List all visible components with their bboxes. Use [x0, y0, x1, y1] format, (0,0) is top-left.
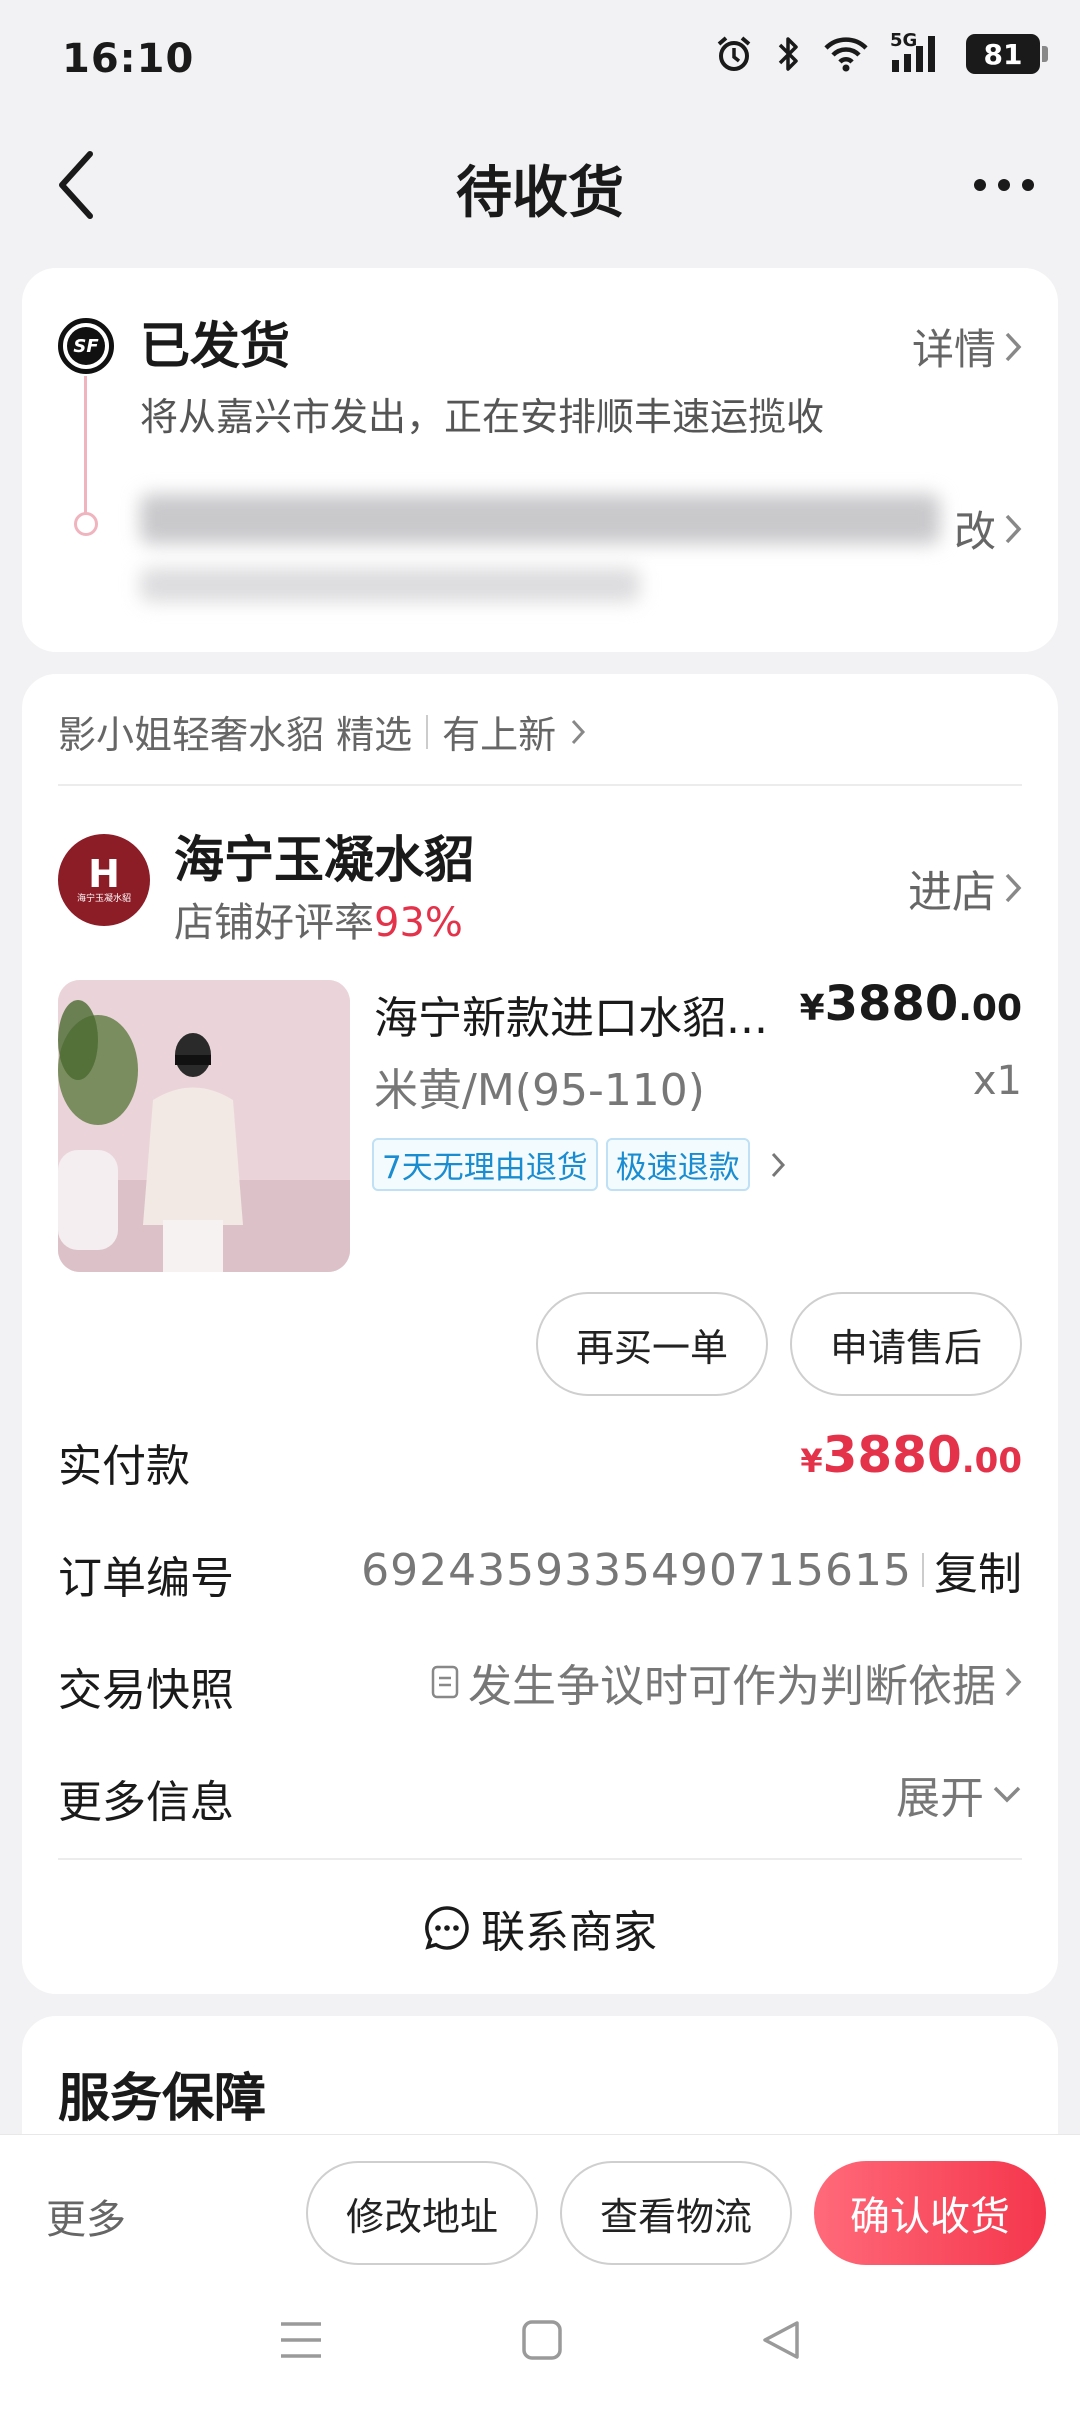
product-price: ¥3880.00: [799, 976, 1022, 1032]
service-tags[interactable]: 7天无理由退货 极速退款: [372, 1138, 786, 1191]
paid-label: 实付款: [58, 1441, 190, 1492]
shipping-card[interactable]: SF 已发货 详情 将从嘉兴市发出，正在安排顺丰速运揽收 改: [22, 268, 1058, 652]
order-number-label: 订单编号: [58, 1553, 234, 1604]
wifi-icon: [824, 37, 868, 72]
order-number: 6924359335490715615 复制: [361, 1538, 1022, 1602]
more-actions-link[interactable]: 更多: [46, 2187, 126, 2245]
chevron-down-icon: [993, 1786, 1021, 1803]
store-line-name: 影小姐轻奢水貂 精选: [58, 713, 413, 757]
aftersale-button[interactable]: 申请售后: [790, 1292, 1022, 1396]
rebuy-button[interactable]: 再买一单: [536, 1292, 768, 1396]
chevron-right-icon: [1005, 1667, 1022, 1697]
shipping-description: 将从嘉兴市发出，正在安排顺丰速运揽收: [140, 395, 825, 439]
order-card: 影小姐轻奢水貂 精选 有上新 H 海宁玉凝水貂 海宁玉凝水貂 店铺好评率93% …: [22, 674, 1058, 1994]
divider: [426, 714, 429, 749]
divider: [922, 1553, 924, 1587]
chat-bubble-icon: [425, 1906, 469, 1950]
chevron-right-icon: [1005, 514, 1022, 543]
alarm-icon: [717, 36, 751, 71]
dot-icon: [998, 179, 1010, 191]
confirm-receipt-button[interactable]: 确认收货: [814, 2161, 1046, 2265]
system-navigation-bar: [0, 2300, 1080, 2380]
divider: [58, 1858, 1022, 1860]
product-qty: x1: [972, 1058, 1022, 1104]
chevron-right-icon: [771, 1152, 785, 1177]
blurred-recipient: [140, 568, 640, 602]
paid-amount: ¥3880.00: [800, 1426, 1022, 1484]
snapshot-link[interactable]: 发生争议时可作为判断依据: [430, 1650, 1022, 1714]
back-triangle-icon[interactable]: [761, 2319, 801, 2361]
status-icons: 5G 81: [714, 30, 1048, 74]
chevron-right-icon: [1005, 873, 1022, 903]
blurred-address: [140, 494, 940, 544]
contact-merchant-button[interactable]: 联系商家: [22, 1896, 1058, 1960]
order-number-value: 6924359335490715615: [361, 1544, 912, 1596]
product-spec: 米黄/M(95-110): [374, 1065, 705, 1116]
timeline-dot: [74, 512, 98, 536]
service-title: 服务保障: [58, 2069, 267, 2129]
cellular-signal-icon: 5G: [890, 30, 944, 74]
shipping-status: 已发货: [140, 317, 290, 375]
chevron-right-icon: [1005, 332, 1022, 361]
store-new-label: 有上新: [442, 713, 557, 757]
bluetooth-icon: [778, 37, 798, 71]
copy-button[interactable]: 复制: [934, 1538, 1022, 1602]
timeline-line: [84, 376, 87, 516]
more-info-label: 更多信息: [58, 1777, 234, 1828]
document-icon: [431, 1665, 459, 1699]
more-options-button[interactable]: [974, 170, 1034, 200]
enter-store-link[interactable]: 进店: [908, 856, 1022, 920]
expand-more-info-button[interactable]: 展开: [896, 1762, 1022, 1826]
tag-no-reason-return: 7天无理由退货: [372, 1138, 598, 1191]
product-name[interactable]: 海宁新款进口水貂...: [374, 982, 794, 1046]
status-time: 16:10: [62, 36, 195, 82]
page-title: 待收货: [456, 161, 624, 226]
chevron-right-icon: [571, 719, 586, 744]
product-image[interactable]: [58, 980, 350, 1272]
dot-icon: [1022, 179, 1034, 191]
shop-name[interactable]: 海宁玉凝水貂: [174, 820, 474, 892]
edit-address-link[interactable]: 改: [954, 498, 1022, 559]
shipping-detail-link[interactable]: 详情: [912, 316, 1022, 377]
recent-apps-icon[interactable]: [279, 2320, 323, 2360]
home-icon[interactable]: [521, 2319, 563, 2361]
divider: [58, 784, 1022, 786]
battery-indicator: 81: [966, 34, 1048, 74]
dot-icon: [974, 179, 986, 191]
sf-express-logo-icon: SF: [58, 318, 114, 374]
store-line[interactable]: 影小姐轻奢水貂 精选 有上新: [58, 704, 586, 759]
snapshot-label: 交易快照: [58, 1665, 234, 1716]
shop-logo[interactable]: H 海宁玉凝水貂: [58, 834, 150, 926]
tag-fast-refund: 极速退款: [605, 1138, 750, 1191]
view-logistics-button[interactable]: 查看物流: [560, 2161, 792, 2265]
shop-rating: 店铺好评率93%: [174, 900, 463, 946]
change-address-button[interactable]: 修改地址: [306, 2161, 538, 2265]
